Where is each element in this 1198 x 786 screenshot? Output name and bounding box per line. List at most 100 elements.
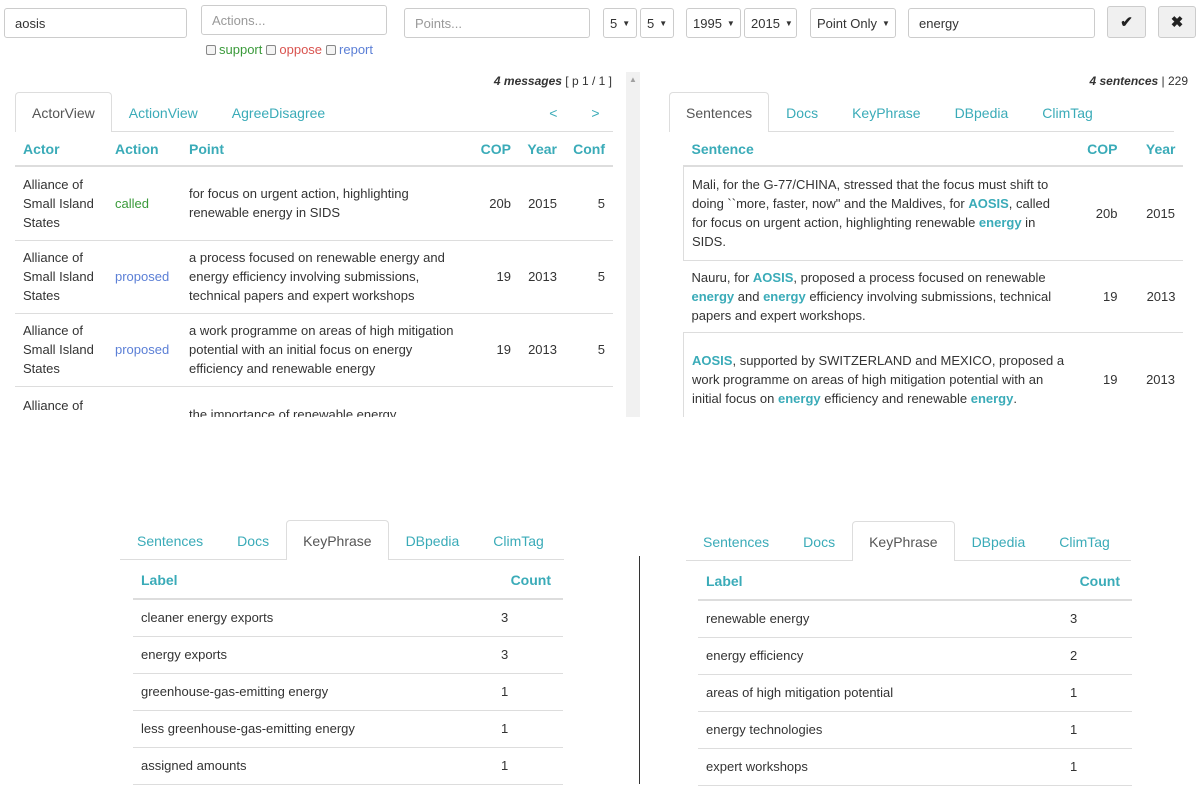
tab-dbpedia[interactable]: DBpedia [955, 521, 1043, 561]
actor-cell: Alliance of Small Island States [15, 313, 107, 387]
sentence-text: . [1013, 390, 1017, 406]
year-cell: 2013 [519, 313, 565, 387]
count-cell: 1 [1062, 748, 1132, 786]
filter-b-select[interactable]: 5 ▼ [640, 8, 674, 38]
support-checkbox[interactable] [206, 44, 216, 55]
table-row[interactable]: areas of high mitigation potential 1 [698, 674, 1132, 712]
next-page-button[interactable]: > [574, 92, 616, 132]
tab-docs[interactable]: Docs [769, 92, 835, 132]
table-row[interactable]: cleaner energy exports 3 [133, 599, 563, 637]
support-label: support [219, 42, 263, 57]
label-cell: greenhouse-gas-emitting energy [133, 673, 493, 711]
tab-climtag[interactable]: ClimTag [1042, 521, 1127, 561]
col-action[interactable]: Action [107, 132, 181, 167]
year-from-select[interactable]: 1995 ▼ [686, 8, 741, 38]
sentence-summary: 4 sentences | 229 [1089, 74, 1188, 88]
tab-keyphrase[interactable]: KeyPhrase [852, 521, 955, 561]
table-row[interactable]: Alliance of Small Island States proposed… [15, 313, 613, 387]
col-cop[interactable]: COP [471, 132, 519, 167]
close-icon: ✖ [1170, 14, 1184, 31]
year-cell [519, 386, 565, 417]
table-row[interactable]: energy exports 3 [133, 636, 563, 674]
tab-dbpedia[interactable]: DBpedia [938, 92, 1026, 132]
tab-docs[interactable]: Docs [786, 521, 852, 561]
table-row[interactable]: greenhouse-gas-emitting energy 1 [133, 673, 563, 711]
col-sentence[interactable]: Sentence [683, 132, 1076, 167]
col-label[interactable]: Label [698, 563, 1062, 601]
table-row[interactable]: energy technologies 1 [698, 711, 1132, 749]
highlighted-term: AOSIS [692, 352, 733, 368]
col-point[interactable]: Point [181, 132, 471, 167]
tab-sentences[interactable]: Sentences [686, 521, 786, 561]
table-row[interactable]: Alliance of Small Island States proposed… [15, 240, 613, 314]
cop-cell: 20b [471, 166, 519, 241]
count-cell: 3 [1062, 600, 1132, 638]
tab-keyphrase[interactable]: KeyPhrase [835, 92, 937, 132]
mode-select[interactable]: Point Only ▼ [810, 8, 896, 38]
col-year[interactable]: Year [1125, 132, 1183, 167]
table-row[interactable]: AOSIS, supported by SWITZERLAND and MEXI… [683, 332, 1183, 417]
clear-button[interactable]: ✖ [1158, 6, 1196, 38]
table-row[interactable]: Mali, for the G-77/CHINA, stressed that … [683, 166, 1183, 261]
count-cell: 1 [1062, 711, 1132, 749]
col-conf[interactable]: Conf [565, 132, 613, 167]
col-cop[interactable]: COP [1075, 132, 1126, 167]
tab-actorview[interactable]: ActorView [15, 92, 112, 132]
highlighted-term: energy [970, 390, 1014, 406]
col-label[interactable]: Label [133, 562, 493, 600]
filter-a-select[interactable]: 5 ▼ [603, 8, 637, 38]
tab-actionview[interactable]: ActionView [112, 92, 215, 132]
col-count[interactable]: Count [493, 562, 563, 600]
prev-page-button[interactable]: < [532, 92, 574, 132]
tab-sentences[interactable]: Sentences [669, 92, 770, 132]
sentence-total: | 229 [1158, 74, 1188, 88]
table-row[interactable]: renewable energy 3 [698, 600, 1132, 638]
sentence-table: Sentence COP Year Mali, for the G-77/CHI… [683, 132, 1183, 417]
year-cell: 2013 [519, 240, 565, 314]
label-cell: energy exports [133, 636, 493, 674]
bottom-left-tab-bar: Sentences Docs KeyPhrase DBpedia ClimTag [120, 520, 564, 560]
table-row[interactable]: less greenhouse-gas-emitting energy 1 [133, 710, 563, 748]
action-checkboxes: support oppose report [206, 42, 373, 57]
tab-sentences[interactable]: Sentences [120, 520, 220, 560]
table-row[interactable]: Alliance of Small Island States called f… [15, 166, 613, 241]
report-checkbox[interactable] [326, 44, 337, 55]
scroll-up-icon[interactable]: ▲ [629, 75, 637, 84]
table-row[interactable]: Nauru, for AOSIS, proposed a process foc… [683, 260, 1183, 333]
col-count[interactable]: Count [1062, 563, 1132, 601]
col-actor[interactable]: Actor [15, 132, 107, 167]
table-row[interactable]: energy efficiency 2 [698, 637, 1132, 675]
divider [639, 556, 640, 784]
actions-input[interactable] [201, 5, 387, 35]
points-input[interactable] [404, 8, 590, 38]
tab-keyphrase[interactable]: KeyPhrase [286, 520, 389, 560]
chevron-down-icon: ▼ [784, 18, 793, 28]
tab-dbpedia[interactable]: DBpedia [389, 520, 477, 560]
sentence-cell: Mali, for the G-77/CHINA, stressed that … [683, 166, 1076, 261]
point-cell: for focus on urgent action, highlighting… [181, 166, 471, 241]
right-tab-bar: Sentences Docs KeyPhrase DBpedia ClimTag [669, 92, 1174, 132]
keyword-input[interactable] [908, 8, 1095, 38]
table-row[interactable]: assigned amounts 1 [133, 747, 563, 785]
count-cell: 2 [1062, 637, 1132, 675]
label-cell: expert workshops [698, 748, 1062, 786]
actor-search-input[interactable] [4, 8, 187, 38]
table-row[interactable]: Alliance of the importance of renewable … [15, 386, 613, 417]
actor-cell: Alliance of Small Island States [15, 166, 107, 241]
table-row[interactable]: expert workshops 1 [698, 748, 1132, 786]
label-cell: less greenhouse-gas-emitting energy [133, 710, 493, 748]
tab-docs[interactable]: Docs [220, 520, 286, 560]
tab-climtag[interactable]: ClimTag [476, 520, 561, 560]
col-year[interactable]: Year [519, 132, 565, 167]
tab-agreedisagree[interactable]: AgreeDisagree [215, 92, 342, 132]
cop-cell: 19 [1075, 260, 1126, 333]
label-cell: areas of high mitigation potential [698, 674, 1062, 712]
chevron-down-icon: ▼ [659, 18, 668, 28]
apply-button[interactable]: ✔ [1107, 6, 1146, 38]
left-scrollbar[interactable]: ▲ [626, 72, 640, 417]
oppose-checkbox[interactable] [266, 44, 277, 55]
page-indicator: [ p 1 / 1 ] [561, 74, 612, 88]
year-to-select[interactable]: 2015 ▼ [744, 8, 797, 38]
highlighted-term: energy [763, 288, 806, 304]
tab-climtag[interactable]: ClimTag [1025, 92, 1110, 132]
